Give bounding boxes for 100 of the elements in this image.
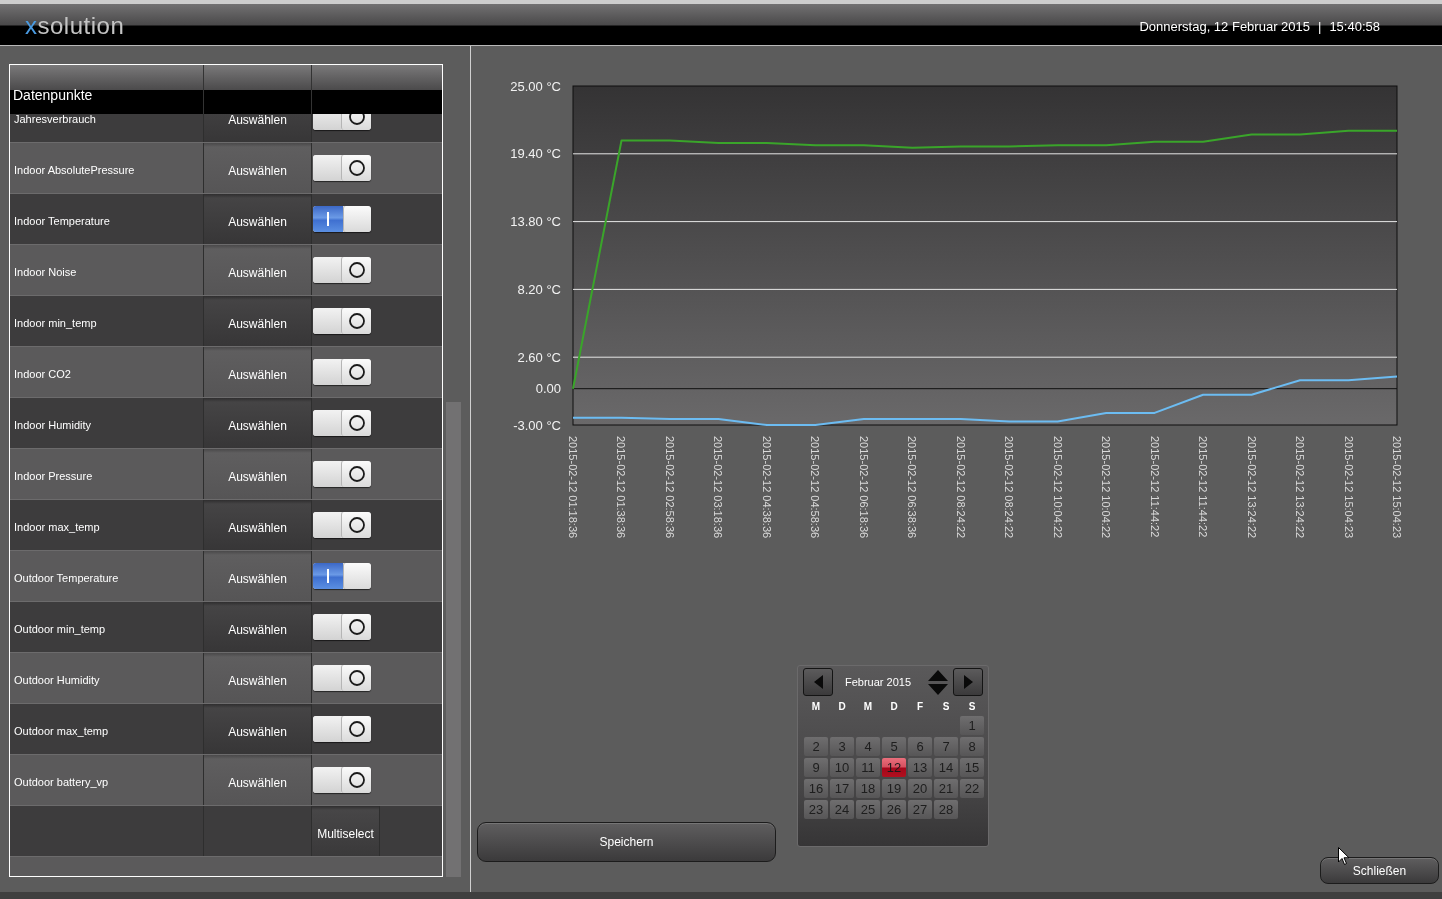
calendar-day[interactable]: 28 — [934, 800, 958, 819]
calendar-day[interactable]: 1 — [960, 716, 984, 735]
calendar-day[interactable]: 3 — [830, 737, 854, 756]
calendar-day[interactable]: 27 — [908, 800, 932, 819]
select-button[interactable]: Auswählen — [204, 500, 312, 550]
weekday-label: M — [810, 701, 822, 713]
datapoint-name: Jahresverbrauch — [14, 114, 96, 127]
previous-month-button[interactable] — [803, 668, 833, 696]
calendar-day[interactable]: 24 — [830, 800, 854, 819]
toggle-switch[interactable] — [313, 563, 371, 589]
toggle-switch[interactable] — [313, 410, 371, 436]
weekday-label: S — [967, 701, 977, 713]
select-button[interactable]: Auswählen — [204, 551, 312, 601]
toggle-switch[interactable] — [313, 359, 371, 385]
calendar-day[interactable]: 25 — [856, 800, 880, 819]
ring-icon — [348, 364, 365, 380]
calendar-day[interactable]: 4 — [856, 737, 880, 756]
select-button[interactable]: Auswählen — [204, 602, 312, 652]
select-button[interactable]: Auswählen — [204, 347, 312, 397]
y-axis-label: 0.00 — [535, 381, 561, 397]
x-axis-label: 2015-02-12 11:44:22 — [1197, 436, 1210, 538]
calendar-day[interactable]: 8 — [960, 737, 984, 756]
calendar-day[interactable]: 17 — [830, 779, 854, 798]
ring-icon — [348, 466, 365, 482]
select-button[interactable]: Auswählen — [204, 296, 312, 346]
toggle-switch[interactable] — [313, 767, 371, 793]
ring-icon — [348, 670, 365, 686]
calendar-day[interactable]: 11 — [856, 758, 880, 777]
ring-icon — [348, 160, 365, 176]
datapoint-name: Indoor CO2 — [14, 366, 71, 382]
y-axis-label: 8.20 °C — [517, 281, 561, 297]
multiselect-button[interactable]: Multiselect — [312, 806, 380, 856]
calendar-day[interactable]: 9 — [804, 758, 828, 777]
select-button[interactable]: Auswählen — [204, 704, 312, 754]
toggle-switch[interactable] — [313, 512, 371, 538]
calendar-day[interactable]: 14 — [934, 758, 958, 777]
close-button[interactable]: Schließen — [1320, 857, 1439, 884]
datapoint-name: Outdoor max_temp — [14, 723, 109, 739]
calendar-day[interactable]: 12 — [882, 758, 906, 777]
select-button[interactable]: Auswählen — [204, 449, 312, 499]
ring-icon — [348, 415, 365, 431]
toggle-switch[interactable] — [313, 155, 371, 181]
ring-icon — [348, 114, 365, 125]
time-text: 15:40:58 — [1329, 17, 1380, 36]
calendar-day[interactable]: 23 — [804, 800, 828, 819]
x-axis-label: 2015-02-12 13:24:22 — [1245, 436, 1258, 539]
calendar-day[interactable]: 18 — [856, 779, 880, 798]
calendar-day[interactable]: 13 — [908, 758, 932, 777]
x-axis-label: 2015-02-12 15:04:23 — [1342, 436, 1355, 539]
datapoint-name: Indoor max_temp — [14, 519, 100, 535]
toggle-switch[interactable] — [313, 257, 371, 283]
app-logo: xsolution — [25, 13, 125, 38]
y-axis-label: 19.40 °C — [510, 146, 561, 162]
x-axis-label: 2015-02-12 08:24:22 — [954, 436, 967, 539]
calendar-day[interactable]: 20 — [908, 779, 932, 798]
calendar-day[interactable]: 26 — [882, 800, 906, 819]
calendar-day[interactable]: 21 — [934, 779, 958, 798]
x-axis-label: 2015-02-12 06:18:36 — [857, 436, 870, 539]
datapoint-name: Indoor Humidity — [14, 417, 92, 433]
datapoint-name: Outdoor Humidity — [14, 672, 100, 688]
x-axis-label: 2015-02-12 04:38:36 — [760, 436, 773, 539]
calendar-day[interactable]: 5 — [882, 737, 906, 756]
select-button[interactable]: Auswählen — [204, 653, 312, 703]
select-button[interactable]: Auswählen — [204, 194, 312, 244]
table-title: Datenpunkte — [13, 87, 93, 103]
x-axis-label: 2015-02-12 10:04:22 — [1100, 436, 1113, 539]
select-button[interactable]: Auswählen — [204, 245, 312, 295]
select-button[interactable]: Auswählen — [204, 143, 312, 193]
calendar-day[interactable]: 22 — [960, 779, 984, 798]
calendar-day[interactable]: 7 — [934, 737, 958, 756]
ring-icon — [348, 619, 365, 635]
datapoint-name: Indoor Noise — [14, 264, 77, 280]
next-month-button[interactable] — [953, 668, 983, 696]
datapoint-name: Indoor Pressure — [14, 468, 93, 484]
calendar-day[interactable]: 16 — [804, 779, 828, 798]
y-axis-label: 2.60 °C — [517, 349, 561, 365]
toggle-switch[interactable] — [313, 461, 371, 487]
calendar-day[interactable]: 10 — [830, 758, 854, 777]
toggle-switch[interactable] — [313, 716, 371, 742]
weekday-label: F — [915, 701, 925, 713]
datapoint-name: Indoor AbsolutePressure — [14, 162, 135, 178]
mouse-pointer-icon — [1338, 847, 1350, 865]
calendar-day[interactable]: 6 — [908, 737, 932, 756]
toggle-switch[interactable] — [313, 206, 371, 232]
calendar-day[interactable]: 19 — [882, 779, 906, 798]
date-text: Donnerstag, 12 Februar 2015 — [1139, 17, 1310, 36]
toggle-switch[interactable] — [313, 308, 371, 334]
calendar-day[interactable]: 2 — [804, 737, 828, 756]
select-button[interactable]: Auswählen — [204, 398, 312, 448]
x-axis-label: 2015-02-12 08:24:22 — [1003, 436, 1016, 539]
select-button[interactable]: Auswählen — [204, 755, 312, 805]
ring-icon — [348, 313, 365, 329]
toggle-switch[interactable] — [313, 614, 371, 640]
toggle-switch[interactable] — [313, 665, 371, 691]
select-button[interactable]: Auswählen — [204, 114, 312, 142]
calendar-day[interactable]: 15 — [960, 758, 984, 777]
x-axis-label: 2015-02-12 10:04:22 — [1051, 436, 1064, 539]
up-down-arrows-icon[interactable] — [928, 669, 948, 695]
save-button[interactable]: Speichern — [477, 822, 776, 862]
y-axis-label: 25.00 °C — [510, 78, 561, 94]
